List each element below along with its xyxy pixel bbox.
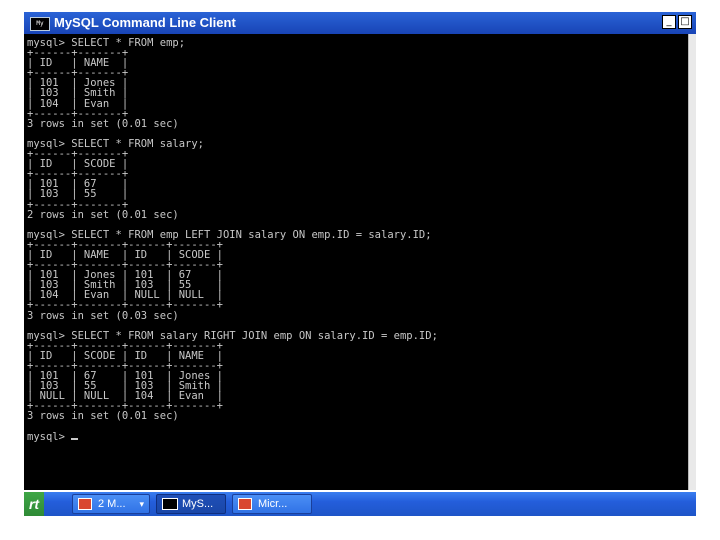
- mysql-console-icon: [162, 498, 178, 510]
- minimize-button[interactable]: _: [662, 15, 676, 29]
- task-label: Micr...: [258, 498, 288, 510]
- console-line: 3 rows in set (0.01 sec): [27, 410, 179, 423]
- window-controls: _ □: [662, 15, 692, 29]
- taskbar-button-powerpoint[interactable]: Micr...: [232, 494, 312, 514]
- mysql-console-window: My MySQL Command Line Client _ □ mysql> …: [24, 12, 696, 490]
- console-line: 3 rows in set (0.03 sec): [27, 309, 179, 322]
- mysql-app-icon[interactable]: My: [30, 17, 50, 31]
- vertical-scrollbar[interactable]: [688, 34, 696, 490]
- console-text: mysql> SELECT * FROM emp; +------+------…: [24, 34, 688, 442]
- taskbar-button-mysql[interactable]: MyS...: [156, 494, 226, 514]
- text-cursor: [71, 437, 79, 440]
- chevron-down-icon: ▾: [139, 499, 144, 509]
- console-line: mysql>: [27, 430, 72, 443]
- task-label: MyS...: [182, 498, 214, 510]
- presentation-icon: [78, 498, 92, 510]
- console-line: 3 rows in set (0.01 sec): [27, 117, 179, 130]
- window-title: MySQL Command Line Client: [54, 15, 236, 30]
- taskbar: rt 2 M... ▾ MyS... Micr...: [24, 492, 696, 516]
- taskbar-button-presentations[interactable]: 2 M... ▾: [72, 494, 150, 514]
- console-output[interactable]: mysql> SELECT * FROM emp; +------+------…: [24, 34, 688, 490]
- task-label: 2 M...: [98, 498, 126, 510]
- powerpoint-icon: [238, 498, 252, 510]
- maximize-button[interactable]: □: [678, 15, 692, 29]
- start-button[interactable]: rt: [24, 492, 44, 516]
- console-line: 2 rows in set (0.01 sec): [27, 208, 179, 221]
- title-bar[interactable]: My MySQL Command Line Client _ □: [24, 12, 696, 34]
